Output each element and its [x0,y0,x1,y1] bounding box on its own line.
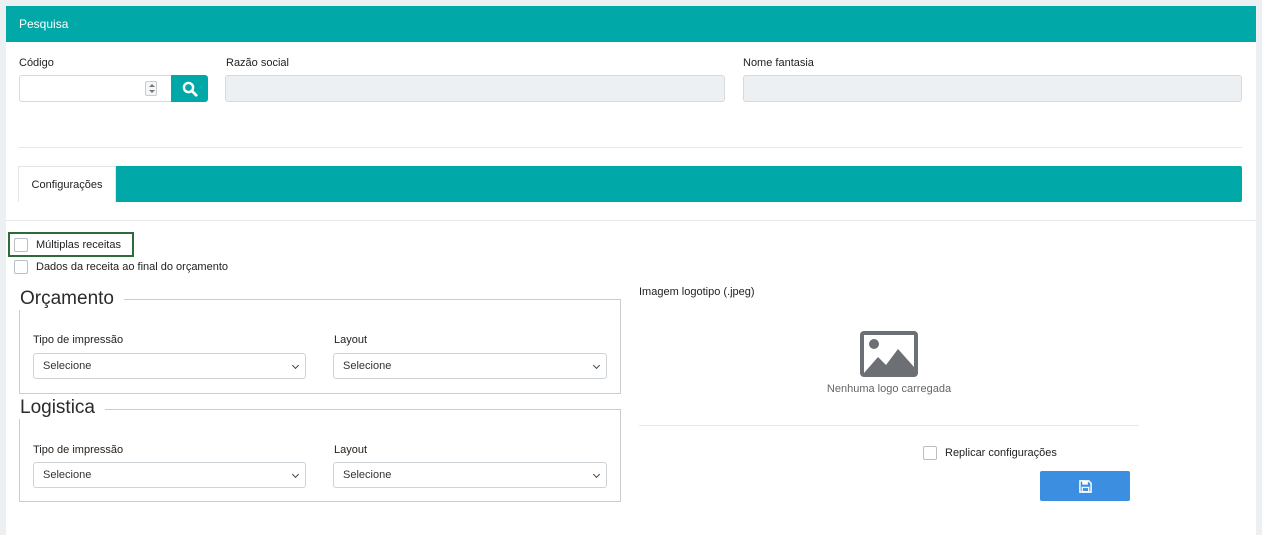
search-icon [182,81,198,97]
replicar-checkbox[interactable] [923,446,937,460]
orcamento-tipo-select[interactable]: Selecione [33,353,306,379]
save-button[interactable] [1040,471,1130,501]
logo-label: Imagem logotipo (.jpeg) [639,286,755,298]
multiplas-receitas-option[interactable]: Múltiplas receitas [14,238,121,252]
orcamento-layout-value: Selecione [343,360,392,372]
multiplas-receitas-checkbox[interactable] [14,238,28,252]
dados-receita-label: Dados da receita ao final do orçamento [36,261,229,273]
tab-divider [6,220,1256,221]
replicar-label: Replicar configurações [945,447,1057,459]
dados-receita-checkbox[interactable] [14,260,28,274]
multiplas-receitas-label: Múltiplas receitas [36,239,121,251]
nome-fantasia-label: Nome fantasia [743,57,814,69]
chevron-down-icon [291,361,300,370]
orcamento-tipo-label: Tipo de impressão [33,334,124,346]
codigo-label: Código [19,57,54,69]
logo-divider [639,425,1139,426]
logistica-layout-select[interactable]: Selecione [333,462,607,488]
search-card: Pesquisa Código Razão social Nome fantas… [6,6,1256,535]
search-button[interactable] [171,75,208,102]
logistica-tipo-label: Tipo de impressão [33,444,124,456]
chevron-down-icon [291,470,300,479]
divider [18,147,1242,148]
image-icon [864,339,914,373]
orcamento-layout-select[interactable]: Selecione [333,353,607,379]
logistica-layout-label: Layout [334,444,368,456]
codigo-spinner[interactable] [145,81,157,96]
chevron-down-icon [592,470,601,479]
card-header: Pesquisa [6,6,1256,42]
orcamento-tipo-value: Selecione [43,360,92,372]
chevron-down-icon [592,361,601,370]
tab-configuracoes[interactable]: Configurações [18,166,116,202]
orcamento-title: Orçamento [19,288,124,310]
razao-social-label: Razão social [226,57,289,69]
floppy-disk-icon [1078,479,1092,493]
logistica-tipo-value: Selecione [43,469,92,481]
razao-social-field [225,75,725,102]
logistica-title: Logistica [19,397,105,419]
orcamento-layout-label: Layout [334,334,368,346]
logo-empty-text: Nenhuma logo carregada [826,383,952,395]
logistica-layout-value: Selecione [343,469,392,481]
dados-receita-option[interactable]: Dados da receita ao final do orçamento [14,260,228,274]
tab-bar [18,166,1242,202]
image-placeholder-icon[interactable] [860,331,918,377]
replicar-option[interactable]: Replicar configurações [923,446,1057,460]
logistica-tipo-select[interactable]: Selecione [33,462,306,488]
orcamento-fieldset [19,299,621,394]
nome-fantasia-field [743,75,1242,102]
